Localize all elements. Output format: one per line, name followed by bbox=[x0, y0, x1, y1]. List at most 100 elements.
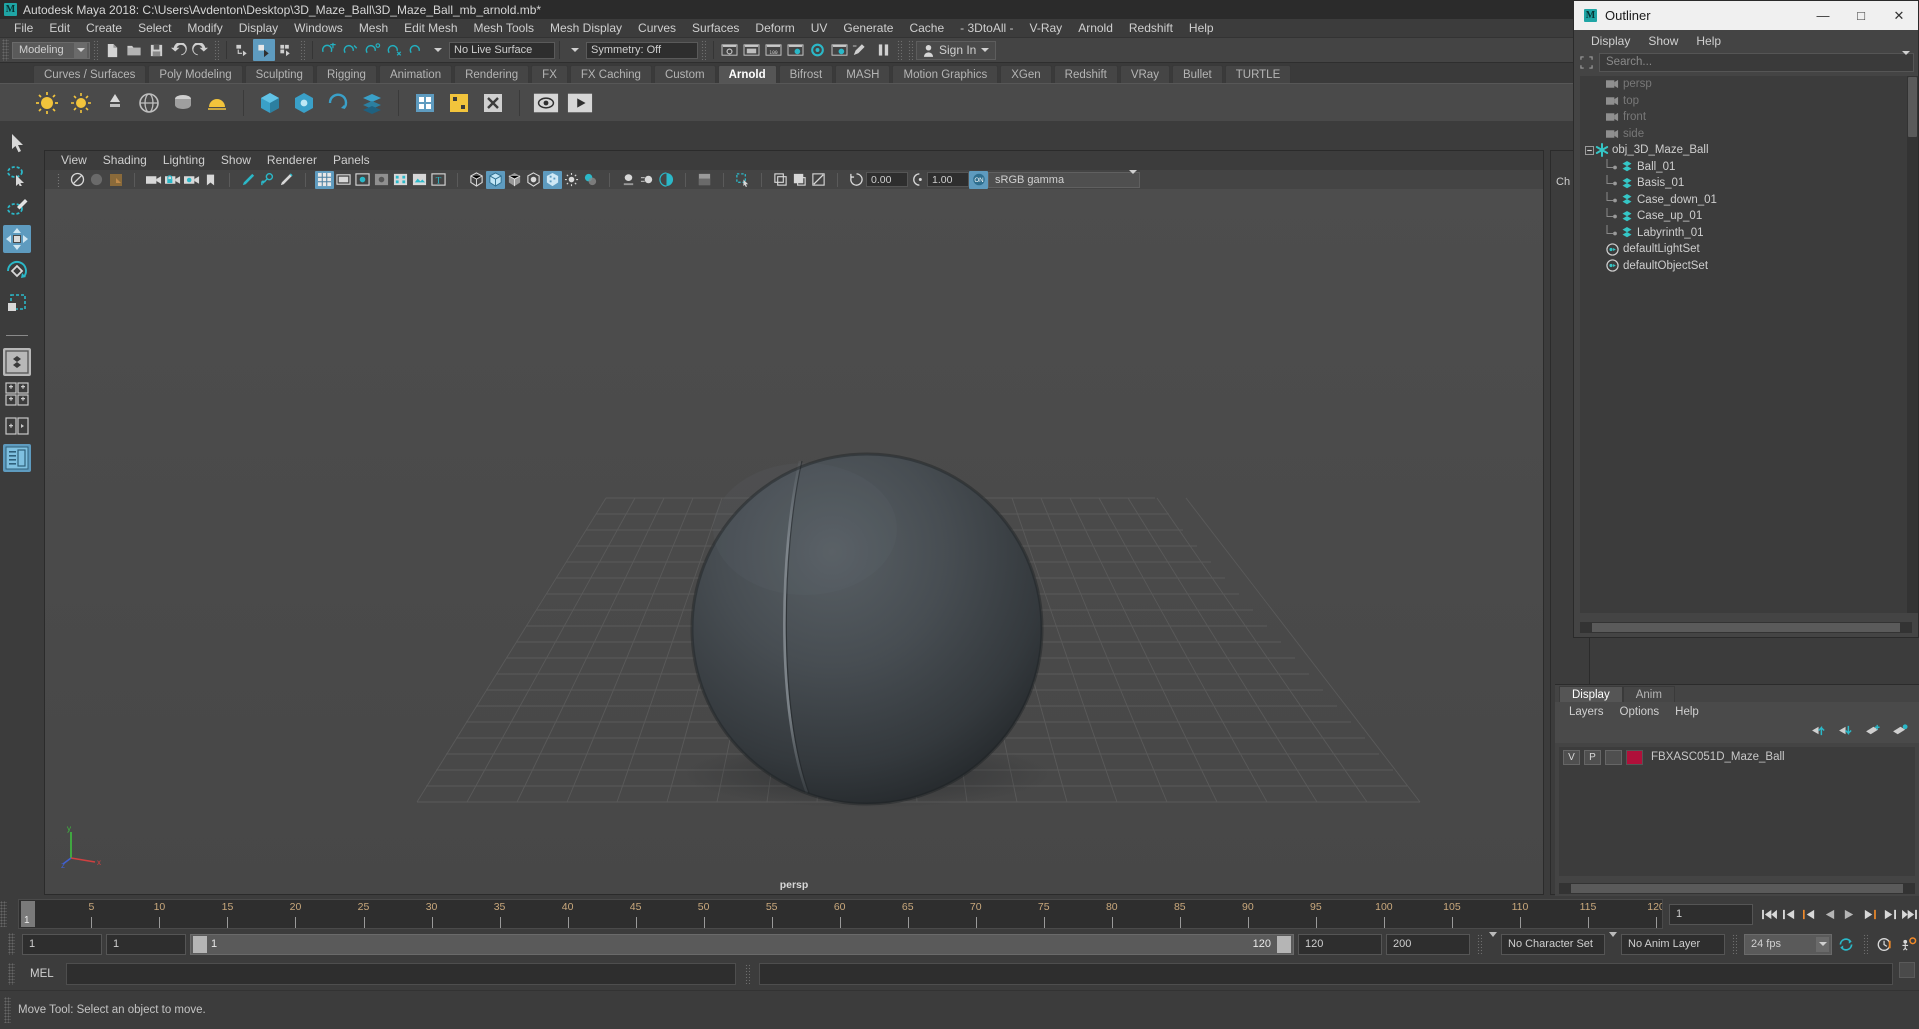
shade-with-wireframe-icon[interactable] bbox=[505, 171, 524, 189]
outliner-menu-show[interactable]: Show bbox=[1639, 34, 1687, 48]
menu-item-surfaces[interactable]: Surfaces bbox=[684, 19, 747, 38]
time-slider-playhead[interactable]: 1 bbox=[21, 901, 35, 927]
camera-icon[interactable] bbox=[144, 171, 163, 189]
range-slider[interactable]: 1 120 bbox=[190, 933, 1294, 955]
arnold-procedural-icon[interactable] bbox=[324, 89, 352, 117]
shelf-tab-motion-graphics[interactable]: Motion Graphics bbox=[892, 65, 999, 83]
select-by-component-type-button[interactable] bbox=[275, 39, 297, 61]
arnold-photometric-light-icon[interactable] bbox=[203, 89, 231, 117]
camera-attributes-icon[interactable] bbox=[182, 171, 201, 189]
outliner-item-case-up-01[interactable]: Case_up_01 bbox=[1580, 208, 1912, 225]
hypershade-button[interactable] bbox=[806, 39, 828, 61]
use-all-lights-icon[interactable] bbox=[562, 171, 581, 189]
time-slider-gripper[interactable] bbox=[0, 901, 7, 927]
playback-speed-selector[interactable]: 24 fps bbox=[1744, 933, 1832, 955]
light-tool-button[interactable] bbox=[850, 39, 872, 61]
shelf-tab-vray[interactable]: VRay bbox=[1119, 65, 1170, 83]
menu-item-mesh-tools[interactable]: Mesh Tools bbox=[466, 19, 542, 38]
film-gate-icon[interactable] bbox=[334, 171, 353, 189]
outliner-item-defaultlightset[interactable]: defaultLightSet bbox=[1580, 241, 1912, 258]
arnold-standin-icon[interactable] bbox=[256, 89, 284, 117]
arnold-mesh-light-icon[interactable] bbox=[169, 89, 197, 117]
character-set-field[interactable]: No Character Set bbox=[1501, 933, 1605, 955]
layer-editor-tab-display[interactable]: Display bbox=[1559, 686, 1623, 702]
select-by-hierarchy-button[interactable] bbox=[231, 39, 253, 61]
text-overlay-icon[interactable]: T bbox=[429, 171, 448, 189]
viewport-menu-panels[interactable]: Panels bbox=[325, 151, 378, 170]
current-frame-field[interactable]: 1 bbox=[1669, 903, 1753, 925]
menu-set-selector[interactable]: Modeling bbox=[12, 41, 90, 59]
step-forward-keyframe-button[interactable] bbox=[1879, 903, 1899, 925]
snap-to-view-plane-button[interactable] bbox=[405, 39, 427, 61]
render-sequence-button[interactable] bbox=[828, 39, 850, 61]
animation-end-time-field[interactable]: 200 bbox=[1386, 933, 1470, 955]
arnold-directional-light-icon[interactable] bbox=[101, 89, 129, 117]
outliner-item-labyrinth-01[interactable]: Labyrinth_01 bbox=[1580, 224, 1912, 242]
arnold-open-render-view-icon[interactable] bbox=[532, 89, 560, 117]
viewport-menu-shading[interactable]: Shading bbox=[95, 151, 155, 170]
live-surface-field[interactable]: No Live Surface bbox=[449, 41, 555, 59]
range-slider-gripper[interactable] bbox=[8, 933, 15, 955]
anti-alias-icon[interactable] bbox=[657, 171, 676, 189]
select-camera-icon[interactable] bbox=[68, 171, 87, 189]
arnold-render-region-icon[interactable] bbox=[411, 89, 439, 117]
layer-editor-tab-anim[interactable]: Anim bbox=[1622, 686, 1675, 702]
play-forwards-button[interactable] bbox=[1839, 903, 1859, 925]
new-scene-button[interactable] bbox=[101, 39, 123, 61]
menu-item-select[interactable]: Select bbox=[130, 19, 179, 38]
layer-visibility-toggle[interactable]: V bbox=[1563, 749, 1580, 765]
outliner-search-input[interactable]: Search... bbox=[1599, 51, 1914, 72]
menu-item-mesh[interactable]: Mesh bbox=[351, 19, 396, 38]
anim-layer-dropdown-icon[interactable] bbox=[1609, 932, 1617, 951]
viewport-3d-canvas[interactable]: y x z persp bbox=[45, 189, 1543, 894]
create-layer-from-selected-icon[interactable] bbox=[1892, 724, 1909, 740]
script-editor-button[interactable] bbox=[1899, 962, 1915, 978]
layer-editor-menu-options[interactable]: Options bbox=[1612, 706, 1668, 718]
open-scene-button[interactable] bbox=[123, 39, 145, 61]
sign-in-button[interactable]: Sign In bbox=[916, 40, 997, 60]
lasso-select-tool-button[interactable] bbox=[3, 161, 31, 189]
outliner-vertical-scrollbar[interactable] bbox=[1907, 76, 1918, 613]
snap-to-point-button[interactable] bbox=[361, 39, 383, 61]
outliner-item-basis-01[interactable]: Basis_01 bbox=[1580, 175, 1912, 192]
shelf-tab-turtle[interactable]: TURTLE bbox=[1224, 65, 1292, 83]
menu-item-display[interactable]: Display bbox=[231, 19, 286, 38]
outliner-tree[interactable]: persp top front side obj_3D_Maze_Ball Ball_01… bbox=[1580, 76, 1912, 613]
auto-keyframe-button[interactable] bbox=[1875, 933, 1895, 955]
layer-editor-menu-help[interactable]: Help bbox=[1667, 706, 1707, 718]
snap-to-curve-button[interactable] bbox=[339, 39, 361, 61]
layout-single-perspective-button[interactable] bbox=[2, 348, 31, 376]
menu-item-generate[interactable]: Generate bbox=[835, 19, 901, 38]
shelf-tab-rendering[interactable]: Rendering bbox=[454, 65, 530, 83]
grease-pencil-icon[interactable] bbox=[239, 171, 258, 189]
screen-space-ao-icon[interactable] bbox=[619, 171, 638, 189]
create-new-layer-icon[interactable] bbox=[1865, 724, 1882, 740]
playback-end-time-field[interactable]: 120 bbox=[1298, 933, 1382, 955]
viewport-menu-show[interactable]: Show bbox=[213, 151, 259, 170]
shelf-tab-xgen[interactable]: XGen bbox=[1000, 65, 1052, 83]
outliner-item-case-down-01[interactable]: Case_down_01 bbox=[1580, 191, 1912, 209]
textured-mode-icon[interactable] bbox=[543, 170, 562, 189]
layer-editor-horizontal-scrollbar[interactable] bbox=[1559, 883, 1915, 894]
range-slider-right-grip[interactable] bbox=[1277, 935, 1291, 953]
exposure-field[interactable]: 0.00 bbox=[866, 172, 908, 187]
command-line-gripper[interactable] bbox=[8, 963, 15, 985]
render-settings-button[interactable]: 100 bbox=[762, 39, 784, 61]
menu-item-help[interactable]: Help bbox=[1181, 19, 1222, 38]
shelf-tab-fx-caching[interactable]: FX Caching bbox=[569, 65, 652, 83]
symmetry-field[interactable]: Symmetry: Off bbox=[586, 41, 698, 59]
arnold-volume-icon[interactable] bbox=[290, 89, 318, 117]
move-layer-down-icon[interactable] bbox=[1838, 724, 1855, 740]
go-to-end-button[interactable] bbox=[1899, 903, 1919, 925]
smooth-shade-all-icon[interactable] bbox=[486, 170, 505, 189]
paint-select-tool-button[interactable] bbox=[3, 193, 31, 221]
step-forward-frame-button[interactable] bbox=[1859, 903, 1879, 925]
outliner-item-top[interactable]: top bbox=[1580, 93, 1912, 110]
menu-item-windows[interactable]: Windows bbox=[286, 19, 351, 38]
viewport-menu-lighting[interactable]: Lighting bbox=[155, 151, 213, 170]
layer-playback-toggle[interactable]: P bbox=[1584, 749, 1601, 765]
menu-item-create[interactable]: Create bbox=[78, 19, 130, 38]
shelf-tab-bifrost[interactable]: Bifrost bbox=[778, 65, 834, 83]
outliner-title-bar[interactable]: M Outliner — □ ✕ bbox=[1574, 1, 1918, 30]
character-set-dropdown-icon[interactable] bbox=[1489, 932, 1497, 951]
